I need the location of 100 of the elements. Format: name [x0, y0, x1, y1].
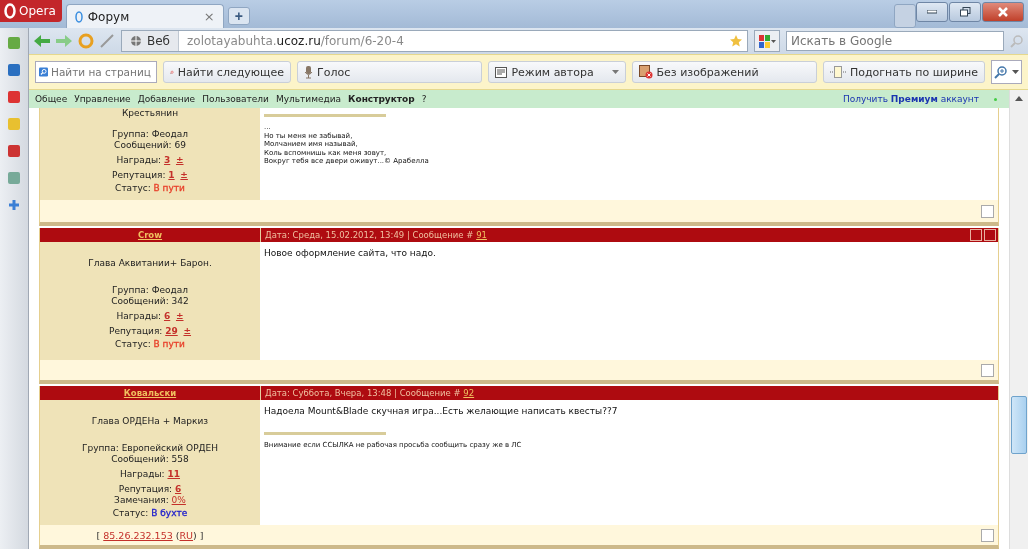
status-value: В пути [153, 339, 185, 349]
user-stat: Награды: 11 [120, 469, 180, 480]
message-count: Сообщений: 69 [114, 140, 186, 151]
admin-menu-item[interactable]: ? [421, 94, 427, 104]
url-text: zolotayabuhta.ucoz.ru/forum/6-20-4 [186, 34, 405, 48]
reload-icon[interactable] [77, 32, 95, 50]
admin-menu-item[interactable]: Конструктор [348, 94, 415, 104]
no-images-icon [638, 65, 653, 79]
post-action-icon[interactable] [970, 229, 982, 241]
user-stat: Замечания: 0% [114, 495, 186, 506]
forward-icon[interactable] [55, 34, 73, 48]
opera-menu-button[interactable]: Opera [0, 0, 62, 22]
user-stat: Награды: 6 ± [116, 311, 184, 322]
select-checkbox[interactable] [981, 363, 994, 377]
toolbar-button[interactable]: Голос [297, 61, 483, 83]
search-icon [39, 65, 48, 79]
status-value: В бухте [151, 508, 188, 518]
user-group: Группа: Феодал [112, 285, 188, 296]
back-icon[interactable] [33, 34, 51, 48]
status-dot-icon [994, 97, 997, 101]
post-number-link[interactable]: 92 [463, 388, 475, 398]
close-tab-button[interactable]: × [203, 9, 215, 24]
stat-value-link[interactable]: 6 [175, 484, 182, 494]
zoom-button[interactable] [991, 60, 1022, 84]
post-message: Новое оформление сайта, что надо. [264, 248, 437, 258]
user-rank: Глава ОРДЕНа + Маркиз [91, 416, 209, 427]
pen-icon[interactable] [99, 33, 115, 49]
post-message: Надоела Mount&Blade скучная игра...Есть желающие написать квесты??7 [264, 406, 619, 416]
new-tab-button[interactable]: + [227, 7, 250, 25]
post-date: Дата: Среда, 15.02.2012, 13:49 | Сообщение # 91 [264, 230, 488, 240]
select-checkbox[interactable] [981, 528, 994, 542]
user-stat: Репутация: 29 ± [108, 326, 191, 337]
google-logo-icon [758, 34, 770, 48]
toolbar-button[interactable]: Подогнать по ширине [822, 61, 986, 83]
admin-menu-item[interactable]: Добавление [137, 94, 196, 104]
ip-link[interactable]: 85.26.232.153 [103, 529, 173, 541]
post-date: Дата: Суббота, Вчера, 13:48 | Сообщение # 92 [264, 388, 476, 398]
admin-menu-item[interactable]: Общее [35, 94, 68, 104]
post-number-link[interactable]: 91 [476, 230, 487, 240]
scrollbar-thumb[interactable] [1011, 396, 1027, 454]
search-field[interactable]: Искать в Google [786, 31, 1004, 51]
ip-bracket: ( [174, 529, 180, 541]
change-link[interactable]: ± [183, 326, 191, 336]
premium-link[interactable]: Получить Премиум аккаунт [842, 94, 979, 104]
browser-tab[interactable]: Форум × [65, 4, 224, 28]
user-rank: Крестьянин [121, 108, 179, 119]
ip-link[interactable]: RU [179, 529, 194, 541]
admin-menu-item[interactable]: Управление [74, 94, 131, 104]
minimize-icon [927, 10, 937, 14]
post-action-icon[interactable] [984, 229, 996, 241]
message-count: Сообщений: 558 [111, 454, 189, 465]
author-link[interactable]: Ковальски [123, 388, 177, 398]
stat-value-link[interactable]: 0% [171, 495, 186, 505]
ip-bracket: [ [96, 529, 102, 541]
close-window-button[interactable] [982, 2, 1024, 22]
ip-bracket: ) ] [193, 529, 204, 541]
user-group: Группа: Европейский ОРДЕН [81, 443, 219, 454]
toolbar-button[interactable]: Без изображений [631, 61, 817, 83]
restore-button[interactable] [949, 2, 981, 22]
user-rank: Глава Аквитании+ Барон. [88, 258, 212, 269]
author-link[interactable]: Crow [137, 230, 163, 240]
select-checkbox[interactable] [981, 204, 994, 218]
user-stat: Репутация: 1 ± [112, 170, 188, 181]
change-link[interactable]: ± [180, 170, 188, 180]
change-link[interactable]: ± [175, 311, 184, 321]
microphone-icon [304, 65, 313, 79]
opera-logo-icon [4, 3, 16, 19]
toolbar-button[interactable]: Найти следующее [163, 61, 291, 83]
author-mode-dropdown[interactable]: Режим автора [488, 61, 626, 83]
find-on-page-field[interactable]: Найти на страниц [35, 61, 157, 83]
scroll-up-icon[interactable] [1015, 95, 1023, 101]
address-field[interactable]: Веб zolotayabuhta.ucoz.ru/forum/6-20-4 [121, 30, 748, 52]
stat-value-link[interactable]: 29 [165, 326, 178, 336]
admin-menu-item[interactable]: Пользователи [202, 94, 269, 104]
user-status: Статус: В бухте [112, 508, 188, 519]
user-status: Статус: В пути [115, 339, 185, 350]
zoom-icon [994, 65, 1009, 79]
star-icon[interactable] [729, 34, 743, 48]
caret-icon [770, 39, 776, 43]
stat-value-link[interactable]: 1 [168, 170, 175, 180]
search-icon[interactable] [1010, 34, 1024, 48]
caret-icon [1012, 70, 1019, 74]
restore-icon [959, 7, 971, 17]
stat-value-link[interactable]: 6 [163, 311, 171, 321]
close-icon [998, 7, 1008, 17]
change-link[interactable]: ± [175, 155, 184, 165]
user-group: Группа: Феодал [112, 129, 188, 140]
address-mode: Веб [147, 34, 170, 48]
search-engine-button[interactable] [754, 30, 780, 52]
caret-icon [611, 70, 619, 74]
stat-value-link[interactable]: 3 [163, 155, 171, 165]
fit-width-icon [829, 66, 846, 78]
scrollbar[interactable] [1009, 90, 1028, 549]
status-value: В пути [153, 183, 185, 193]
user-stat: Репутация: 6 [118, 484, 182, 495]
stat-value-link[interactable]: 11 [167, 469, 180, 479]
admin-menu-item[interactable]: Мультимедиа [275, 94, 342, 104]
user-stat: Награды: 3 ± [116, 155, 184, 166]
globe-icon [130, 35, 142, 47]
message-count: Сообщений: 342 [111, 296, 189, 307]
